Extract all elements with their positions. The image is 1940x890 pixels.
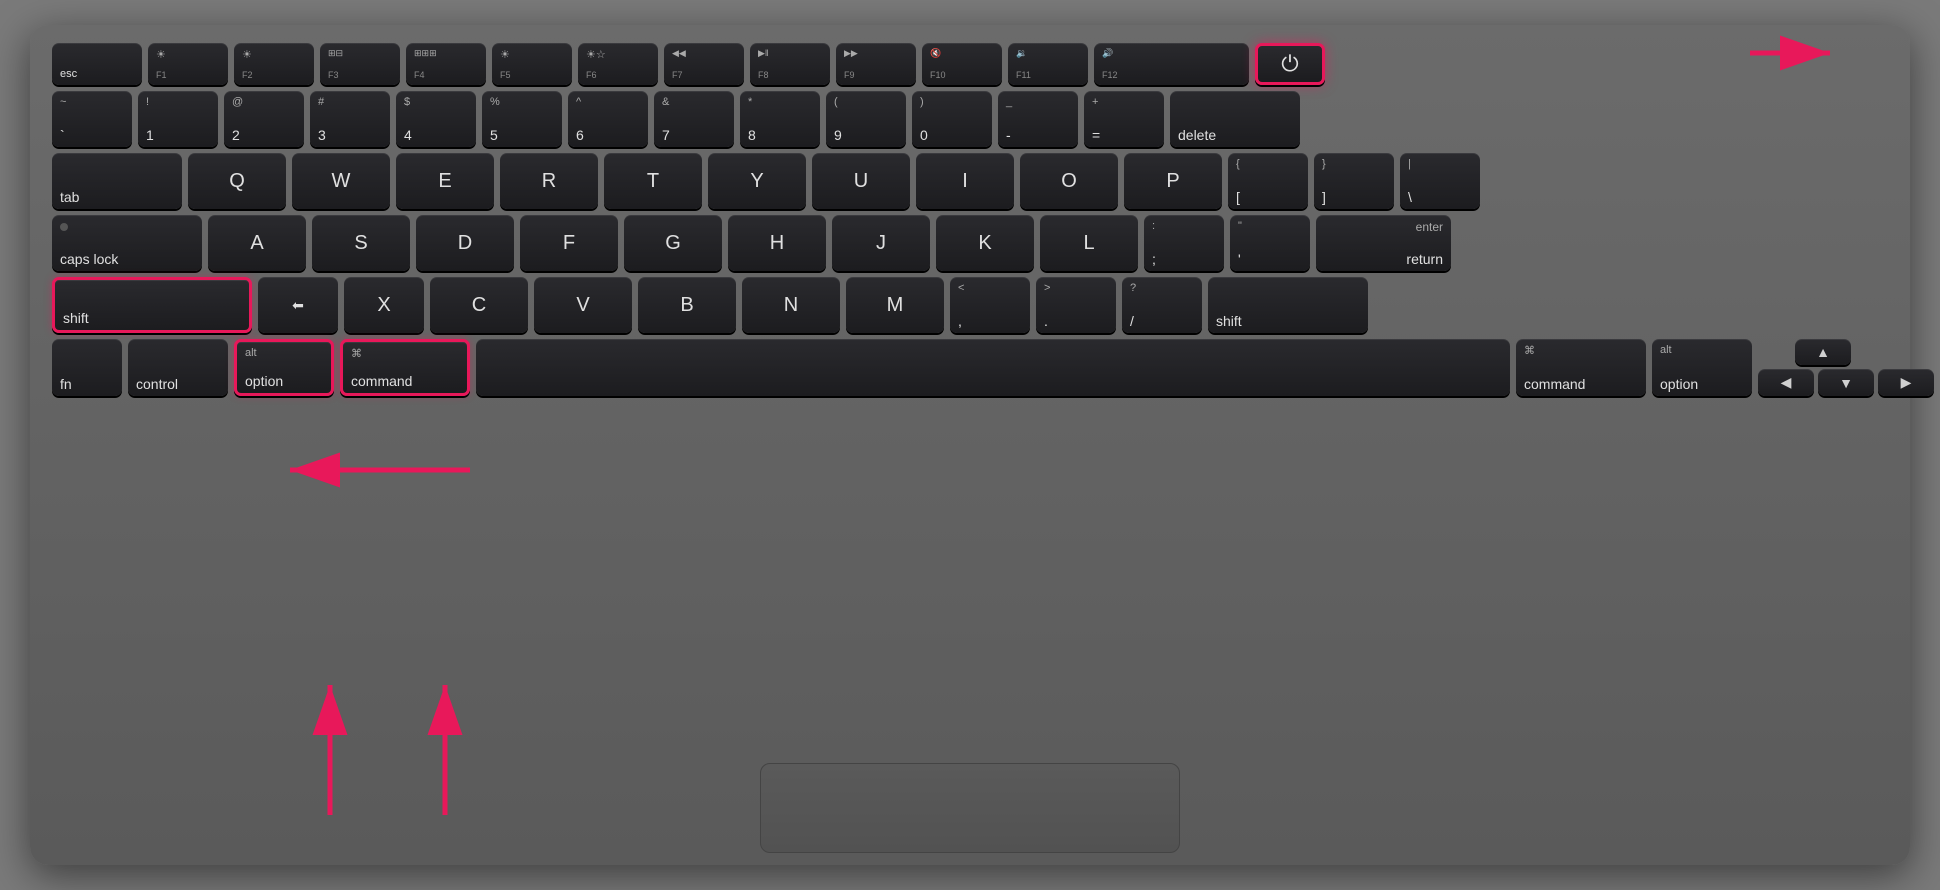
key-period[interactable]: > .: [1036, 277, 1116, 333]
key-k[interactable]: K: [936, 215, 1034, 271]
key-arrow-back[interactable]: ⬅: [258, 277, 338, 333]
key-5[interactable]: % 5: [482, 91, 562, 147]
key-f[interactable]: F: [520, 215, 618, 271]
key-c[interactable]: C: [430, 277, 528, 333]
fn-row: esc ☀ F1 ☀ F2 ⊞⊟ F3 ⊞⊞⊞ F4 ☀ F5: [52, 43, 1888, 85]
bottom-row: fn control alt option ⌘ command ⌘ comman…: [52, 339, 1888, 396]
key-f6[interactable]: ☀☆ F6: [578, 43, 658, 85]
key-s[interactable]: S: [312, 215, 410, 271]
key-slash[interactable]: ? /: [1122, 277, 1202, 333]
key-f11[interactable]: 🔉 F11: [1008, 43, 1088, 85]
key-quote[interactable]: " ': [1230, 215, 1310, 271]
key-u[interactable]: U: [812, 153, 910, 209]
key-a[interactable]: A: [208, 215, 306, 271]
key-option-left[interactable]: alt option: [234, 339, 334, 396]
key-q[interactable]: Q: [188, 153, 286, 209]
key-2[interactable]: @ 2: [224, 91, 304, 147]
key-x[interactable]: X: [344, 277, 424, 333]
key-arrow-up[interactable]: ▲: [1795, 339, 1851, 365]
key-arrow-left[interactable]: ◀: [1758, 369, 1814, 396]
asdf-row: caps lock A S D F G H J: [52, 215, 1888, 271]
key-shift-left[interactable]: shift: [52, 277, 252, 333]
key-r[interactable]: R: [500, 153, 598, 209]
key-9[interactable]: ( 9: [826, 91, 906, 147]
zxcv-row: shift ⬅ X C V B N M <: [52, 277, 1888, 333]
key-f8[interactable]: ▶‖ F8: [750, 43, 830, 85]
key-command-right[interactable]: ⌘ command: [1516, 339, 1646, 396]
key-space[interactable]: [476, 339, 1510, 396]
key-e[interactable]: E: [396, 153, 494, 209]
key-f7[interactable]: ◀◀ F7: [664, 43, 744, 85]
key-v[interactable]: V: [534, 277, 632, 333]
key-f1[interactable]: ☀ F1: [148, 43, 228, 85]
qwerty-row: tab Q W E R T Y U I: [52, 153, 1888, 209]
key-f4[interactable]: ⊞⊞⊞ F4: [406, 43, 486, 85]
key-t[interactable]: T: [604, 153, 702, 209]
key-w[interactable]: W: [292, 153, 390, 209]
key-backslash[interactable]: | \: [1400, 153, 1480, 209]
key-semicolon[interactable]: : ;: [1144, 215, 1224, 271]
key-minus[interactable]: _ -: [998, 91, 1078, 147]
number-row: ~ ` ! 1 @ 2 # 3 $ 4 % 5: [52, 91, 1888, 147]
key-f10[interactable]: 🔇 F10: [922, 43, 1002, 85]
key-7[interactable]: & 7: [654, 91, 734, 147]
key-g[interactable]: G: [624, 215, 722, 271]
key-f5[interactable]: ☀ F5: [492, 43, 572, 85]
key-command-left[interactable]: ⌘ command: [340, 339, 470, 396]
key-arrow-right[interactable]: ▶: [1878, 369, 1934, 396]
trackpad[interactable]: [760, 763, 1180, 853]
key-option-right[interactable]: alt option: [1652, 339, 1752, 396]
key-j[interactable]: J: [832, 215, 930, 271]
key-l[interactable]: L: [1040, 215, 1138, 271]
key-esc[interactable]: esc: [52, 43, 142, 85]
key-f9[interactable]: ▶▶ F9: [836, 43, 916, 85]
key-bracket-left[interactable]: { [: [1228, 153, 1308, 209]
key-y[interactable]: Y: [708, 153, 806, 209]
keyboard: esc ☀ F1 ☀ F2 ⊞⊟ F3 ⊞⊞⊞ F4 ☀ F5: [30, 25, 1910, 865]
key-comma[interactable]: < ,: [950, 277, 1030, 333]
key-d[interactable]: D: [416, 215, 514, 271]
key-caps-lock[interactable]: caps lock: [52, 215, 202, 271]
key-arrow-down[interactable]: ▼: [1818, 369, 1874, 396]
key-tab[interactable]: tab: [52, 153, 182, 209]
key-m[interactable]: M: [846, 277, 944, 333]
key-control[interactable]: control: [128, 339, 228, 396]
key-o[interactable]: O: [1020, 153, 1118, 209]
key-4[interactable]: $ 4: [396, 91, 476, 147]
key-h[interactable]: H: [728, 215, 826, 271]
key-n[interactable]: N: [742, 277, 840, 333]
key-fn[interactable]: fn: [52, 339, 122, 396]
key-0[interactable]: ) 0: [912, 91, 992, 147]
key-8[interactable]: * 8: [740, 91, 820, 147]
key-shift-right[interactable]: shift: [1208, 277, 1368, 333]
key-f12[interactable]: 🔊 F12: [1094, 43, 1249, 85]
key-power[interactable]: ⏻: [1255, 43, 1325, 85]
key-tilde[interactable]: ~ `: [52, 91, 132, 147]
key-b[interactable]: B: [638, 277, 736, 333]
key-6[interactable]: ^ 6: [568, 91, 648, 147]
key-1[interactable]: ! 1: [138, 91, 218, 147]
key-i[interactable]: I: [916, 153, 1014, 209]
key-f2[interactable]: ☀ F2: [234, 43, 314, 85]
key-delete[interactable]: delete: [1170, 91, 1300, 147]
key-3[interactable]: # 3: [310, 91, 390, 147]
key-p[interactable]: P: [1124, 153, 1222, 209]
key-f3[interactable]: ⊞⊟ F3: [320, 43, 400, 85]
key-equals[interactable]: + =: [1084, 91, 1164, 147]
key-enter[interactable]: enter return: [1316, 215, 1451, 271]
arrow-cluster: ▲ ◀ ▼ ▶: [1758, 339, 1888, 396]
key-bracket-right[interactable]: } ]: [1314, 153, 1394, 209]
keyboard-rows: esc ☀ F1 ☀ F2 ⊞⊟ F3 ⊞⊞⊞ F4 ☀ F5: [52, 43, 1888, 396]
